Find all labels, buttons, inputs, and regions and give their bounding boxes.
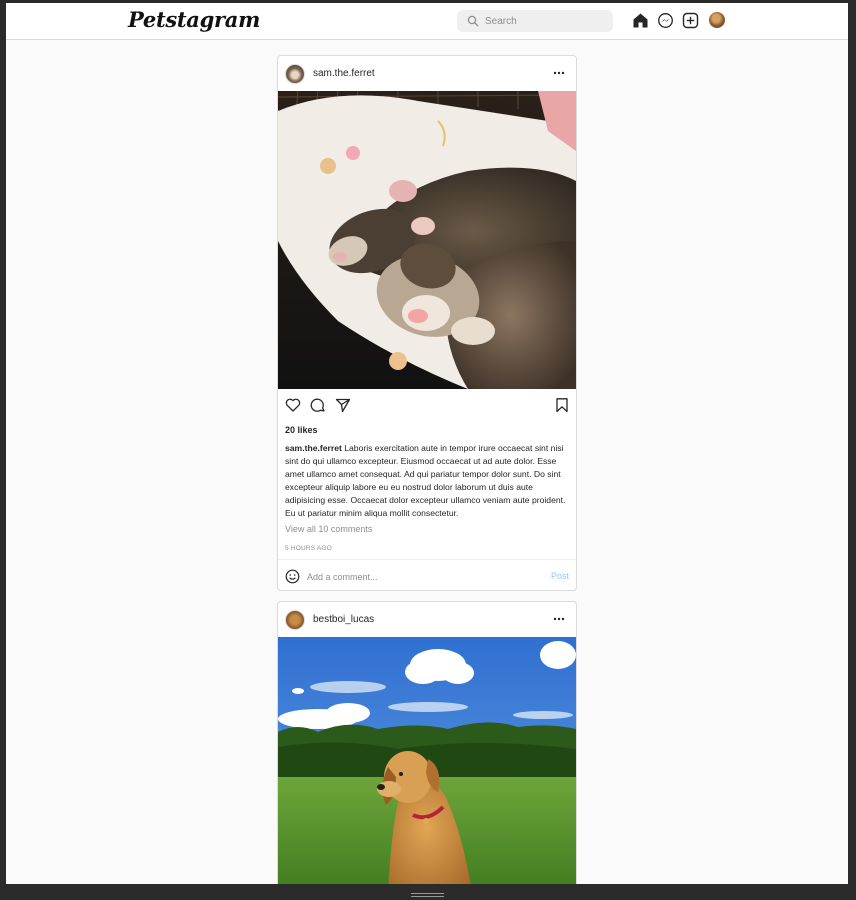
comment-bar: Post [278, 559, 576, 590]
window-bottom-bar [0, 884, 856, 900]
post-username[interactable]: sam.the.ferret [313, 68, 375, 79]
avatar[interactable] [285, 610, 305, 630]
more-options-icon[interactable] [552, 613, 566, 625]
post-header: bestboi_lucas [278, 602, 576, 637]
app-viewport: Petstagram Search sam.the.ferret 20 like… [6, 3, 848, 884]
search-box[interactable] [457, 10, 613, 32]
app-logo[interactable]: Petstagram [128, 7, 260, 32]
search-icon [467, 15, 479, 27]
post-caption: sam.the.ferret Laboris exercitation aute… [285, 442, 571, 520]
likes-count[interactable]: 20 likes [285, 425, 318, 435]
caption-text: Laboris exercitation aute in tempor irur… [285, 443, 566, 518]
post-card: bestboi_lucas [277, 601, 577, 884]
post-username[interactable]: bestboi_lucas [313, 614, 374, 625]
share-icon[interactable] [335, 397, 351, 413]
avatar[interactable] [285, 64, 305, 84]
post-photo[interactable] [278, 637, 576, 884]
emoji-icon[interactable] [285, 569, 300, 584]
ferret-photo [278, 91, 576, 389]
post-timestamp: 5 HOURS AGO [285, 545, 332, 552]
dog-photo [278, 637, 576, 884]
post-photo[interactable] [278, 91, 576, 389]
more-options-icon[interactable] [552, 67, 566, 79]
messenger-icon[interactable] [657, 12, 674, 29]
view-comments-link[interactable]: View all 10 comments [285, 524, 372, 534]
home-icon[interactable] [632, 12, 649, 29]
top-navbar: Petstagram [6, 3, 848, 40]
profile-avatar[interactable] [709, 12, 725, 28]
resize-handle-icon[interactable] [411, 893, 444, 899]
search-input[interactable] [485, 12, 605, 30]
caption-username[interactable]: sam.the.ferret [285, 443, 342, 453]
post-header: sam.the.ferret [278, 56, 576, 91]
post-actions [278, 389, 576, 419]
post-card: sam.the.ferret 20 likes sam.the.ferret L… [277, 55, 577, 591]
comment-icon[interactable] [310, 397, 326, 413]
bookmark-icon[interactable] [554, 397, 570, 413]
post-comment-button[interactable]: Post [551, 571, 569, 581]
new-post-icon[interactable] [682, 12, 699, 29]
heart-icon[interactable] [285, 397, 301, 413]
comment-input[interactable] [307, 569, 537, 585]
